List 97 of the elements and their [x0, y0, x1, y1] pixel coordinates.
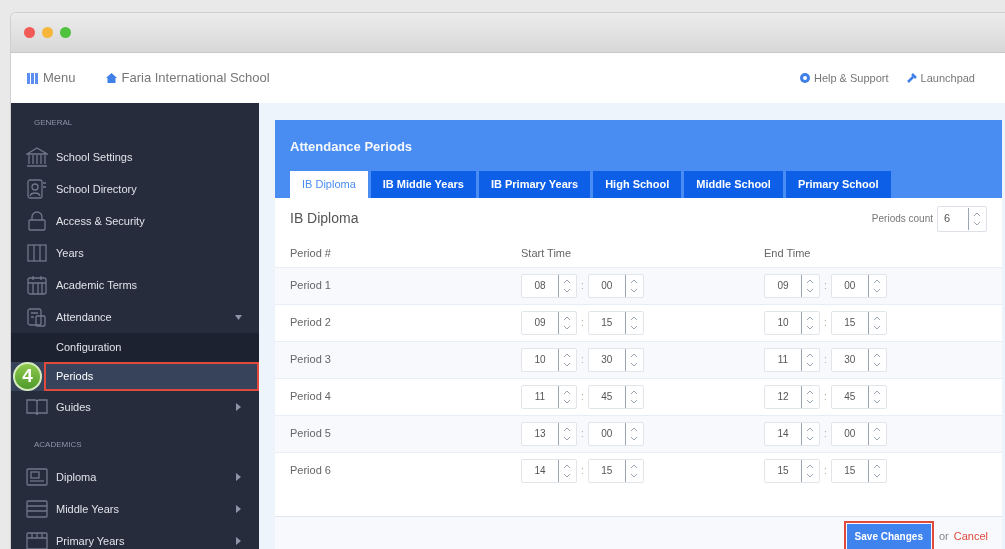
time-separator: : — [824, 390, 827, 404]
time-field[interactable]: 00 — [587, 273, 644, 298]
column-header: End Time — [764, 245, 812, 261]
time-separator: : — [824, 353, 827, 367]
time-separator: : — [581, 390, 584, 404]
time-field[interactable]: 09 — [521, 310, 577, 335]
home-icon — [105, 73, 117, 83]
minimize-button[interactable] — [42, 27, 53, 38]
time-separator: : — [581, 279, 584, 293]
sidebar-item[interactable]: Access & Security — [11, 205, 259, 237]
time-field[interactable]: 11 — [764, 347, 820, 372]
save-button[interactable]: Save Changes — [846, 523, 931, 549]
open-book-icon — [26, 397, 48, 417]
time-field[interactable]: 10 — [521, 347, 577, 372]
zoom-button[interactable] — [60, 27, 71, 38]
time-separator: : — [824, 279, 827, 293]
section-title: ACADEMICS — [33, 439, 83, 451]
time-field[interactable]: 15 — [764, 458, 820, 483]
sidebar-item[interactable]: School Settings — [11, 141, 259, 173]
period-label: Period 4 — [290, 389, 332, 405]
cancel-link[interactable]: Cancel — [953, 527, 988, 545]
wrench-icon — [906, 73, 917, 83]
time-separator: : — [581, 464, 584, 478]
tab[interactable]: IB Middle Years — [370, 170, 476, 198]
sidebar-item[interactable]: Guides — [11, 391, 259, 423]
time-field[interactable]: 30 — [830, 347, 887, 372]
caret-right-icon — [236, 403, 241, 411]
section-title: GENERAL — [33, 117, 74, 129]
nav-link[interactable]: Launchpad — [906, 69, 975, 87]
period-label: Period 2 — [290, 315, 332, 331]
time-separator: : — [824, 427, 827, 441]
building-icon — [26, 147, 48, 167]
time-field[interactable]: 15 — [830, 310, 887, 335]
sidebar-item[interactable]: Attendance — [11, 301, 259, 333]
column-header: Start Time — [521, 245, 573, 261]
period-label: Period 6 — [290, 463, 332, 479]
time-field[interactable]: 15 — [830, 458, 887, 483]
section-heading: IB Diploma — [290, 209, 359, 228]
column-header: Period # — [290, 245, 332, 261]
or-text: or — [938, 528, 949, 544]
menu-button[interactable]: Menu — [27, 68, 76, 88]
nav-link[interactable]: Help & Support — [799, 69, 889, 87]
time-separator: : — [581, 353, 584, 367]
time-field[interactable]: 00 — [830, 273, 887, 298]
time-field[interactable]: 00 — [587, 421, 644, 446]
table-icon — [26, 531, 48, 549]
sidebar-item[interactable]: Diploma — [11, 461, 259, 493]
lock-icon — [26, 211, 48, 231]
clipboard-icon — [26, 307, 48, 327]
time-separator: : — [824, 464, 827, 478]
time-field[interactable]: 30 — [587, 347, 644, 372]
step-badge: 4 — [13, 362, 42, 391]
period-label: Period 5 — [290, 426, 332, 442]
time-field[interactable]: 14 — [764, 421, 820, 446]
panel-title: Attendance Periods — [290, 138, 414, 156]
time-field[interactable]: 10 — [764, 310, 820, 335]
contact-card-icon — [26, 179, 48, 199]
time-field[interactable]: 12 — [764, 384, 820, 409]
time-field[interactable]: 45 — [587, 384, 644, 409]
time-separator: : — [824, 316, 827, 330]
tab[interactable]: IB Primary Years — [478, 170, 591, 198]
lifebuoy-icon — [799, 73, 810, 83]
caret-down-icon — [235, 314, 242, 320]
period-label: Period 1 — [290, 278, 332, 294]
tab[interactable]: High School — [593, 170, 682, 198]
sidebar-item[interactable]: Academic Terms — [11, 269, 259, 301]
periods-count-field[interactable]: 6 — [937, 205, 987, 232]
school-link[interactable]: Faria International School — [105, 68, 270, 88]
caret-right-icon — [236, 537, 241, 545]
close-button[interactable] — [24, 27, 35, 38]
time-field[interactable]: 08 — [521, 273, 577, 298]
calendar-icon — [26, 275, 48, 295]
time-field[interactable]: 13 — [521, 421, 577, 446]
certificate-icon — [26, 467, 48, 487]
time-separator: : — [581, 316, 584, 330]
tab[interactable]: Middle School — [684, 170, 783, 198]
time-field[interactable]: 45 — [830, 384, 887, 409]
sidebar-item[interactable]: Middle Years — [11, 493, 259, 525]
time-field[interactable]: 11 — [521, 384, 577, 409]
time-field[interactable]: 14 — [521, 458, 577, 483]
submenu-item[interactable]: Periods — [44, 362, 259, 391]
time-field[interactable]: 09 — [764, 273, 820, 298]
caret-right-icon — [236, 505, 241, 513]
columns-icon — [27, 72, 38, 84]
time-field[interactable]: 00 — [830, 421, 887, 446]
columns-icon — [26, 243, 48, 263]
sidebar-item[interactable]: School Directory — [11, 173, 259, 205]
period-label: Period 3 — [290, 352, 332, 368]
field-label: Periods count — [871, 212, 933, 226]
sidebar-item[interactable]: Primary Years — [11, 525, 259, 549]
tab[interactable]: Primary School — [785, 170, 891, 198]
caret-right-icon — [236, 473, 241, 481]
time-field[interactable]: 15 — [587, 458, 644, 483]
sidebar-item[interactable]: Years — [11, 237, 259, 269]
list-icon — [26, 499, 48, 519]
time-separator: : — [581, 427, 584, 441]
time-field[interactable]: 15 — [587, 310, 644, 335]
